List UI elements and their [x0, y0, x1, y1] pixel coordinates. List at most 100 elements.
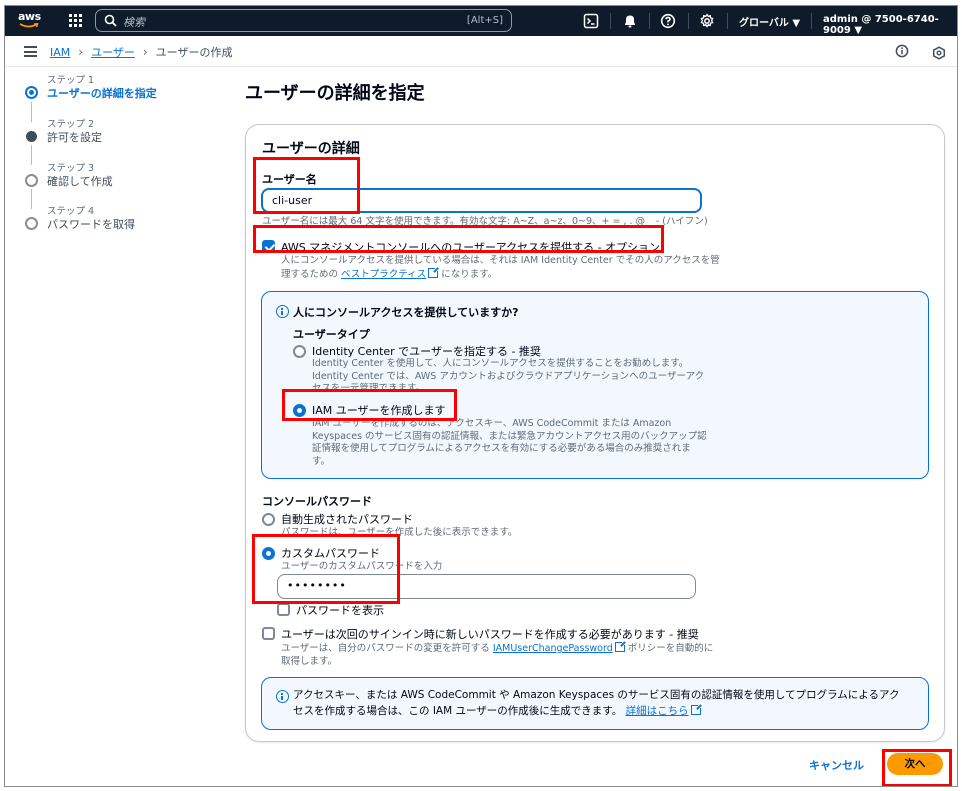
- identity-center-radio[interactable]: [293, 345, 306, 358]
- info-icon: [276, 690, 289, 703]
- require-reset-label[interactable]: ユーザーは次回のサインイン時に新しいパスワードを作成する必要があります - 推奨: [281, 626, 699, 642]
- breadcrumb-bar: IAM › ユーザー › ユーザーの作成: [5, 36, 957, 67]
- iam-user-desc-line3: 証情報を使用してプログラムによるアクセスを有効にする必要がある場合のみ推奨されま: [312, 443, 691, 454]
- search-shortcut: [Alt+S]: [466, 15, 503, 26]
- feedback-icon[interactable]: [932, 46, 946, 60]
- identity-center-desc-line2: Identity Center では、AWS アカウントおよびクラウドアプリケー…: [312, 370, 705, 382]
- search-icon: [104, 14, 117, 27]
- learn-more-link[interactable]: 詳細はこちら: [626, 705, 689, 717]
- console-access-info-box: 人にコンソールアクセスを提供していますか? ユーザータイプ Identity C…: [261, 291, 929, 479]
- nav-divider: [727, 13, 728, 29]
- console-access-desc-line3: になります。: [441, 268, 498, 280]
- require-reset-desc-line2: ポリシーを自動的に: [627, 643, 714, 654]
- info-icon: [276, 305, 289, 318]
- step-name: パスワードを取得: [47, 218, 135, 231]
- breadcrumb-iam[interactable]: IAM: [50, 46, 70, 59]
- step-connector: [31, 145, 32, 165]
- aws-logo[interactable]: aws: [17, 10, 45, 32]
- iam-user-change-password-link[interactable]: IAMUserChangePassword: [493, 643, 613, 654]
- step-current-icon: [25, 86, 38, 99]
- username-hint: ユーザー名には最大 64 文字を使用できます。有効な文字: A~Z、a~z、0~…: [262, 216, 708, 227]
- require-reset-desc: ユーザーは、自分のパスワードの変更を許可する IAMUserChangePass…: [281, 640, 714, 668]
- console-access-label[interactable]: AWS マネジメントコンソールへのユーザーアクセスを提供する - オプション: [281, 239, 660, 255]
- next-button[interactable]: 次へ: [887, 753, 943, 775]
- console-password-label: コンソールパスワード: [262, 495, 372, 508]
- console-access-desc-line1: 人にコンソールアクセスを提供している場合は、それは IAM Identity C…: [281, 255, 720, 266]
- help-icon[interactable]: [660, 13, 676, 29]
- external-link-icon: [614, 640, 627, 652]
- access-key-info-box: アクセスキー、または AWS CodeCommit や Amazon Keysp…: [261, 677, 929, 730]
- cloudshell-icon[interactable]: [583, 13, 599, 29]
- nav-divider: [649, 13, 650, 29]
- search-placeholder: 検索: [123, 16, 145, 29]
- auto-password-radio[interactable]: [262, 513, 275, 526]
- step-empty-icon: [25, 174, 38, 187]
- services-grid-icon[interactable]: [69, 14, 82, 27]
- custom-password-input[interactable]: ••••••••: [277, 574, 696, 599]
- account-menu[interactable]: admin @ 7500-6740-9009 ▼: [823, 14, 957, 36]
- step-label: ステップ 1: [47, 75, 95, 86]
- require-reset-desc-line1: ユーザーは、自分のパスワードの変更を許可する: [281, 643, 490, 654]
- chevron-right-icon: ›: [142, 45, 148, 59]
- info-icon[interactable]: [895, 44, 909, 58]
- show-password-label[interactable]: パスワードを表示: [296, 602, 384, 618]
- custom-password-desc: ユーザーのカスタムパスワードを入力: [281, 561, 443, 572]
- identity-center-label[interactable]: Identity Center でユーザーを指定する - 推奨: [312, 343, 541, 359]
- console-window: aws 検索 [Alt+S] グローバル ▼ admin @ 7500-6740…: [4, 5, 958, 787]
- top-navigation: aws 検索 [Alt+S] グローバル ▼ admin @ 7500-6740…: [5, 6, 957, 36]
- step-connector: [31, 189, 32, 209]
- iam-user-desc-line2: Keyspaces のサービス固有の認証情報、または緊急アカウントアクセス用のバ…: [312, 430, 707, 442]
- access-question: 人にコンソールアクセスを提供していますか?: [293, 306, 519, 319]
- iam-user-label[interactable]: IAM ユーザーを作成します: [312, 402, 446, 418]
- nav-divider: [811, 13, 812, 29]
- auto-password-desc: パスワードは、ユーザーを作成した後に表示できます。: [281, 527, 518, 538]
- access-key-info-line1: アクセスキー、または AWS CodeCommit や Amazon Keysp…: [293, 689, 900, 701]
- breadcrumb-users[interactable]: ユーザー: [91, 44, 135, 60]
- section-heading: ユーザーの詳細: [262, 141, 360, 157]
- iam-user-desc: IAM ユーザーを作成するのは、アクセスキー、AWS CodeCommit また…: [312, 418, 707, 468]
- external-link-icon: [690, 703, 703, 715]
- best-practices-link[interactable]: ベストプラクティス: [341, 269, 426, 280]
- step-label: ステップ 4: [47, 206, 95, 217]
- access-key-info-text: アクセスキー、または AWS CodeCommit や Amazon Keysp…: [293, 687, 899, 719]
- bell-icon[interactable]: [622, 13, 638, 29]
- identity-center-desc: Identity Center を使用して、人にコンソールアクセスを提供すること…: [312, 358, 704, 396]
- console-access-desc-line2: 理するための: [281, 268, 339, 280]
- require-reset-checkbox[interactable]: [262, 627, 275, 640]
- show-password-checkbox[interactable]: [277, 603, 290, 616]
- breadcrumb: IAM › ユーザー › ユーザーの作成: [50, 44, 232, 60]
- breadcrumb-current: ユーザーの作成: [155, 46, 233, 59]
- step-connector: [31, 102, 32, 122]
- console-access-desc: 人にコンソールアクセスを提供している場合は、それは IAM Identity C…: [281, 255, 720, 281]
- step-name: 確認して作成: [47, 175, 113, 188]
- user-details-container: ユーザーの詳細 ユーザー名 cli-user ユーザー名には最大 64 文字を使…: [245, 124, 945, 742]
- auto-password-label[interactable]: 自動生成されたパスワード: [281, 511, 413, 527]
- username-input[interactable]: cli-user: [261, 188, 702, 213]
- gear-icon[interactable]: [699, 13, 715, 29]
- step-label: ステップ 3: [47, 163, 95, 174]
- step-name: 許可を設定: [47, 131, 102, 144]
- console-access-checkbox[interactable]: [262, 240, 275, 253]
- iam-user-desc-line4: す。: [312, 455, 331, 467]
- region-selector[interactable]: グローバル ▼: [739, 14, 800, 29]
- iam-user-desc-line1: IAM ユーザーを作成するのは、アクセスキー、AWS CodeCommit また…: [312, 418, 672, 429]
- username-label: ユーザー名: [262, 173, 317, 186]
- cancel-button[interactable]: キャンセル: [809, 757, 864, 773]
- nav-divider: [610, 13, 611, 29]
- menu-icon[interactable]: [24, 46, 37, 57]
- custom-password-label[interactable]: カスタムパスワード: [281, 545, 380, 561]
- custom-password-radio[interactable]: [262, 547, 275, 560]
- step-name: ユーザーの詳細を指定: [47, 87, 157, 100]
- chevron-right-icon: ›: [78, 45, 84, 59]
- identity-center-desc-line1: Identity Center を使用して、人にコンソールアクセスを提供すること…: [312, 358, 689, 369]
- nav-divider: [688, 13, 689, 29]
- search-bar[interactable]: 検索 [Alt+S]: [95, 9, 512, 32]
- step-empty-icon: [25, 217, 38, 230]
- step-label: ステップ 2: [47, 119, 95, 130]
- page-title: ユーザーの詳細を指定: [245, 83, 425, 104]
- iam-user-radio[interactable]: [293, 404, 306, 417]
- access-key-info-line2: セスを作成する場合は、この IAM ユーザーの作成後に生成できます。: [293, 705, 623, 717]
- user-type-label: ユーザータイプ: [293, 328, 370, 341]
- external-link-icon: [428, 265, 441, 278]
- require-reset-desc-line3: 取得します。: [281, 655, 338, 667]
